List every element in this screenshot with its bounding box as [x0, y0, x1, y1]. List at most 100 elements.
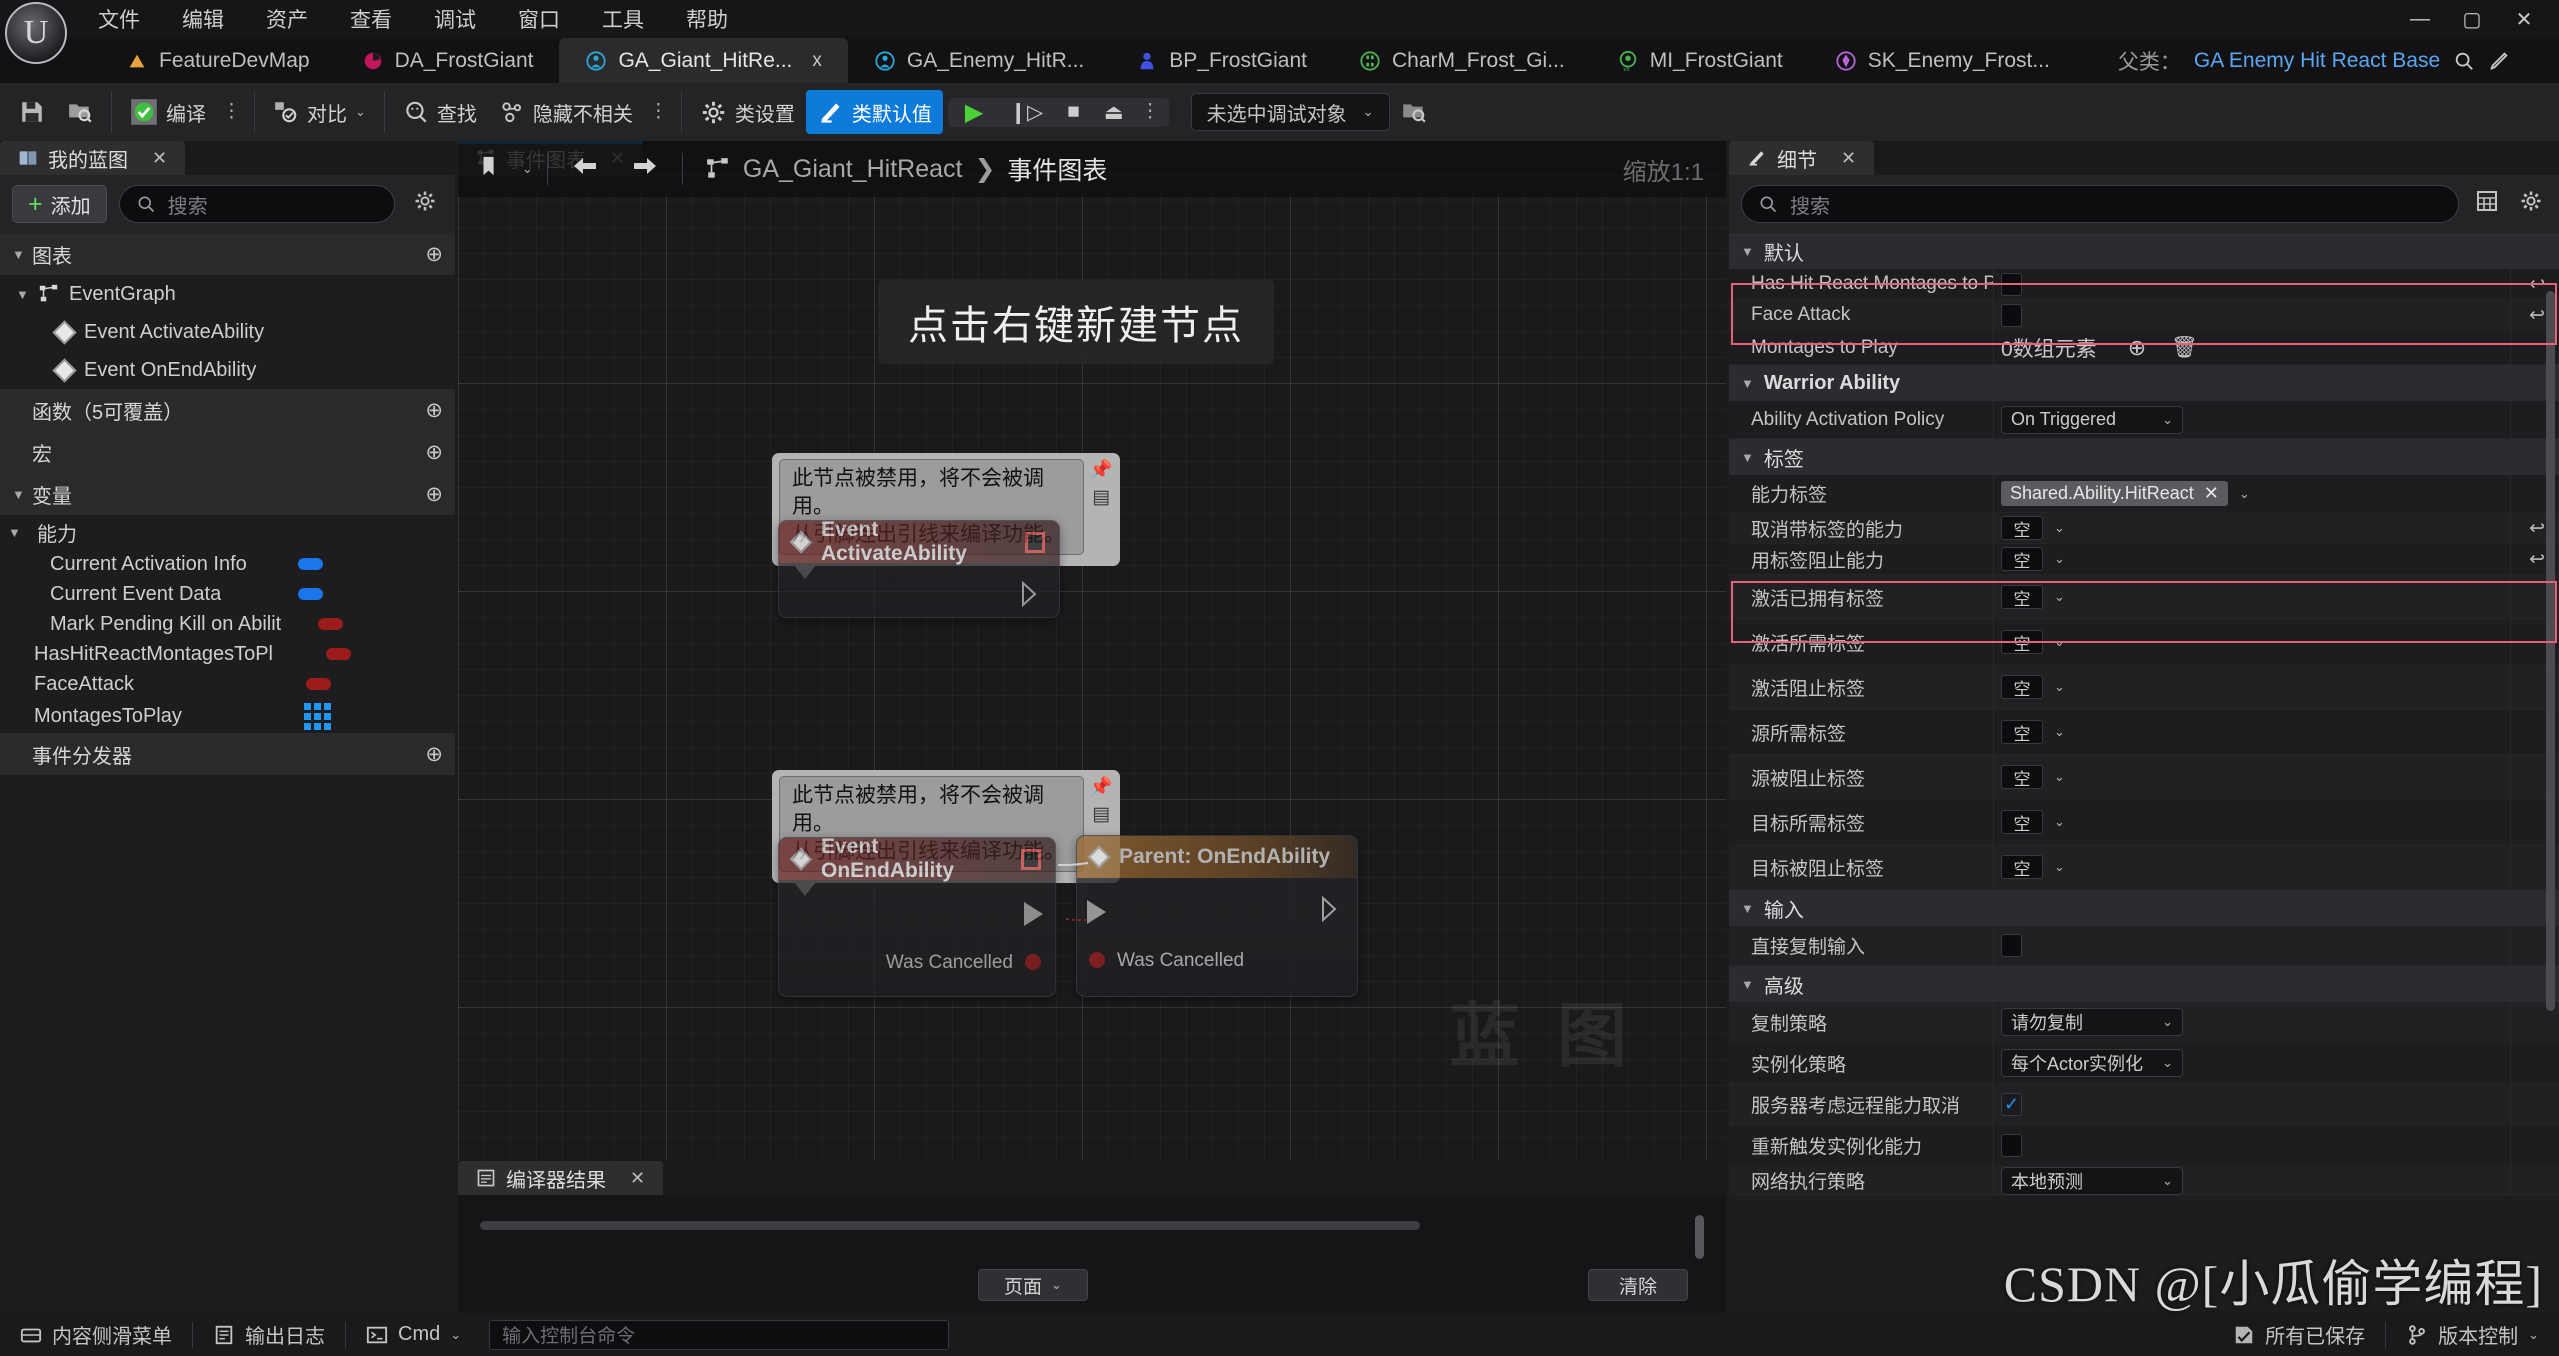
hide-unrelated-options-button[interactable]: ⋮ [644, 102, 674, 121]
property-row-activation-required-tags[interactable]: 激活所需标签 空 ⌄ [1729, 620, 2559, 665]
my-blueprint-search-input[interactable]: 搜索 [118, 185, 395, 223]
tree-item-eventgraph[interactable]: ▼ EventGraph [0, 275, 455, 313]
node-event-onendability[interactable]: Event OnEndAbility Was Cancelled [778, 837, 1056, 997]
add-dispatcher-button[interactable]: ⊕ [425, 742, 443, 767]
my-blueprint-settings-button[interactable] [407, 189, 443, 219]
compile-button[interactable]: 编译 [119, 90, 217, 134]
step-button[interactable]: ❙▷ [997, 100, 1055, 125]
checkbox[interactable] [2001, 934, 2022, 957]
chevron-down-icon[interactable]: ⌄ [450, 1327, 461, 1343]
tag-value[interactable]: 空 [2001, 585, 2043, 609]
minimize-button[interactable]: — [2407, 8, 2433, 31]
output-log-button[interactable]: 输出日志 [193, 1313, 345, 1356]
details-category-advanced[interactable]: ▼ 高级 [1729, 966, 2559, 1002]
bool-output-pin[interactable] [1025, 954, 1041, 970]
details-category-warrior-ability[interactable]: ▼ Warrior Ability [1729, 365, 2559, 401]
breadcrumb-asset[interactable]: GA_Giant_HitReact [743, 155, 963, 184]
variable-row[interactable]: Mark Pending Kill on Abilit [0, 609, 455, 639]
exec-output-pin[interactable] [1321, 896, 1341, 922]
property-row-net-execution-policy[interactable]: 网络执行策略 本地预测 ⌄ [1729, 1166, 2559, 1196]
tag-value[interactable]: 空 [2001, 630, 2043, 654]
close-button[interactable]: ✕ [2511, 7, 2537, 32]
property-row-face-attack[interactable]: Face Attack ↩ [1729, 300, 2559, 331]
details-settings-button[interactable] [2515, 189, 2547, 219]
details-category-tags[interactable]: ▼ 标签 [1729, 439, 2559, 475]
tag-value[interactable]: 空 [2001, 720, 2043, 744]
asset-tab-sk-enemy-frost[interactable]: SK_Enemy_Frost... [1809, 38, 2076, 83]
combo-box[interactable]: 每个Actor实例化 ⌄ [2001, 1049, 2183, 1077]
tab-details[interactable]: 细节 ✕ [1729, 141, 1875, 175]
revert-icon[interactable]: ↩ [2529, 517, 2545, 540]
play-options-button[interactable]: ⋮ [1136, 102, 1166, 121]
asset-tab-bp-frostgiant[interactable]: BP_FrostGiant [1110, 38, 1333, 83]
combo-box[interactable]: 本地预测 ⌄ [2001, 1166, 2183, 1195]
details-category-default[interactable]: ▼ 默认 [1729, 233, 2559, 269]
delegate-pin[interactable] [1025, 531, 1045, 553]
node-parent-onendability[interactable]: Parent: OnEndAbility Was Cancelled [1076, 835, 1358, 997]
chevron-down-icon[interactable]: ⌄ [522, 161, 533, 177]
add-macro-button[interactable]: ⊕ [425, 440, 443, 465]
play-button[interactable]: ▶ [951, 98, 997, 127]
tag-value[interactable]: 空 [2001, 547, 2043, 571]
comment-options-icon[interactable]: ▤ [1092, 488, 1110, 507]
asset-tab-charm-frost-giant[interactable]: CharM_Frost_Gi... [1333, 38, 1591, 83]
add-button[interactable]: + 添加 [12, 185, 107, 223]
parent-class-link[interactable]: GA Enemy Hit React Base [2194, 49, 2440, 73]
horizontal-scrollbar[interactable] [480, 1221, 1420, 1230]
checkbox[interactable] [2001, 1133, 2022, 1157]
property-row-target-required-tags[interactable]: 目标所需标签 空 ⌄ [1729, 800, 2559, 845]
close-icon[interactable]: ✕ [1841, 148, 1856, 169]
chevron-down-icon[interactable]: ⌄ [2528, 1327, 2539, 1343]
pencil-icon[interactable] [2488, 50, 2510, 72]
tab-my-blueprint[interactable]: 我的蓝图 ✕ [0, 141, 186, 175]
menu-view[interactable]: 查看 [344, 1, 398, 37]
property-row-instancing-policy[interactable]: 实例化策略 每个Actor实例化 ⌄ [1729, 1043, 2559, 1084]
tag-chip[interactable]: Shared.Ability.HitReact ✕ [2001, 481, 2228, 506]
chevron-down-icon[interactable]: ⌄ [2054, 634, 2065, 650]
section-graphs[interactable]: ▼ 图表 ⊕ [0, 233, 455, 275]
variable-row[interactable]: MontagesToPlay [0, 699, 455, 733]
stop-button[interactable]: ■ [1055, 100, 1092, 124]
chevron-down-icon[interactable]: ⌄ [2054, 814, 2065, 830]
combo-box[interactable]: 请勿复制 ⌄ [2001, 1008, 2183, 1036]
compile-options-button[interactable]: ⋮ [217, 102, 247, 121]
variable-row[interactable]: Current Event Data [0, 579, 455, 609]
close-icon[interactable]: ✕ [152, 148, 167, 169]
pin-icon[interactable]: 📌 [1089, 461, 1113, 480]
page-button[interactable]: 页面 ⌄ [978, 1269, 1088, 1301]
close-icon[interactable]: ✕ [2204, 483, 2219, 504]
class-settings-button[interactable]: 类设置 [689, 90, 806, 134]
property-row-server-respects-remote-cancel[interactable]: 服务器考虑远程能力取消 ✓ [1729, 1084, 2559, 1125]
tag-value[interactable]: 空 [2001, 516, 2043, 540]
property-row-retrigger-instanced-ability[interactable]: 重新触发实例化能力 [1729, 1125, 2559, 1166]
section-functions[interactable]: 函数（5可覆盖） ⊕ [0, 389, 455, 431]
pin-icon[interactable]: 📌 [1089, 778, 1113, 797]
eject-button[interactable]: ⏏ [1092, 100, 1136, 125]
property-row-target-blocked-tags[interactable]: 目标被阻止标签 空 ⌄ [1729, 845, 2559, 890]
tree-item-event-activateability[interactable]: Event ActivateAbility [0, 313, 455, 351]
add-graph-button[interactable]: ⊕ [425, 242, 443, 267]
delegate-pin[interactable] [1020, 848, 1041, 870]
revert-icon[interactable]: ↩ [2529, 548, 2545, 571]
details-category-input[interactable]: ▼ 输入 [1729, 890, 2559, 926]
property-row-activation-owned-tags[interactable]: 激活已拥有标签 空 ⌄ [1729, 575, 2559, 620]
variable-row[interactable]: HasHitReactMontagesToPl [0, 639, 455, 669]
bool-input-pin[interactable] [1089, 952, 1105, 968]
exec-input-pin[interactable] [1087, 900, 1106, 924]
checkbox[interactable]: ✓ [2001, 1092, 2022, 1116]
property-row-replication-policy[interactable]: 复制策略 请勿复制 ⌄ [1729, 1002, 2559, 1043]
node-event-activateability[interactable]: Event ActivateAbility [778, 520, 1060, 618]
details-search-input[interactable]: 搜索 [1741, 185, 2459, 223]
section-variables[interactable]: ▼ 变量 ⊕ [0, 473, 455, 515]
nav-forward-button[interactable] [622, 155, 668, 183]
find-button[interactable]: 查找 [392, 90, 488, 134]
property-row-has-hit-react-montages[interactable]: Has Hit React Montages to Play ↩ [1729, 269, 2559, 300]
debug-object-select[interactable]: 未选中调试对象 ⌄ [1190, 93, 1390, 131]
close-icon[interactable]: ✕ [630, 1168, 645, 1189]
graph-canvas[interactable]: 点击右键新建节点 蓝 图 此节点被禁用，将不会被调用。 从引脚连出引线来编译功能… [458, 175, 1726, 1161]
debug-browse-button[interactable] [1390, 90, 1438, 134]
property-row-ability-activation-policy[interactable]: Ability Activation Policy On Triggered ⌄ [1729, 401, 2559, 439]
tag-value[interactable]: 空 [2001, 765, 2043, 789]
revert-icon[interactable]: ↩ [2529, 273, 2545, 296]
menu-help[interactable]: 帮助 [680, 1, 734, 37]
